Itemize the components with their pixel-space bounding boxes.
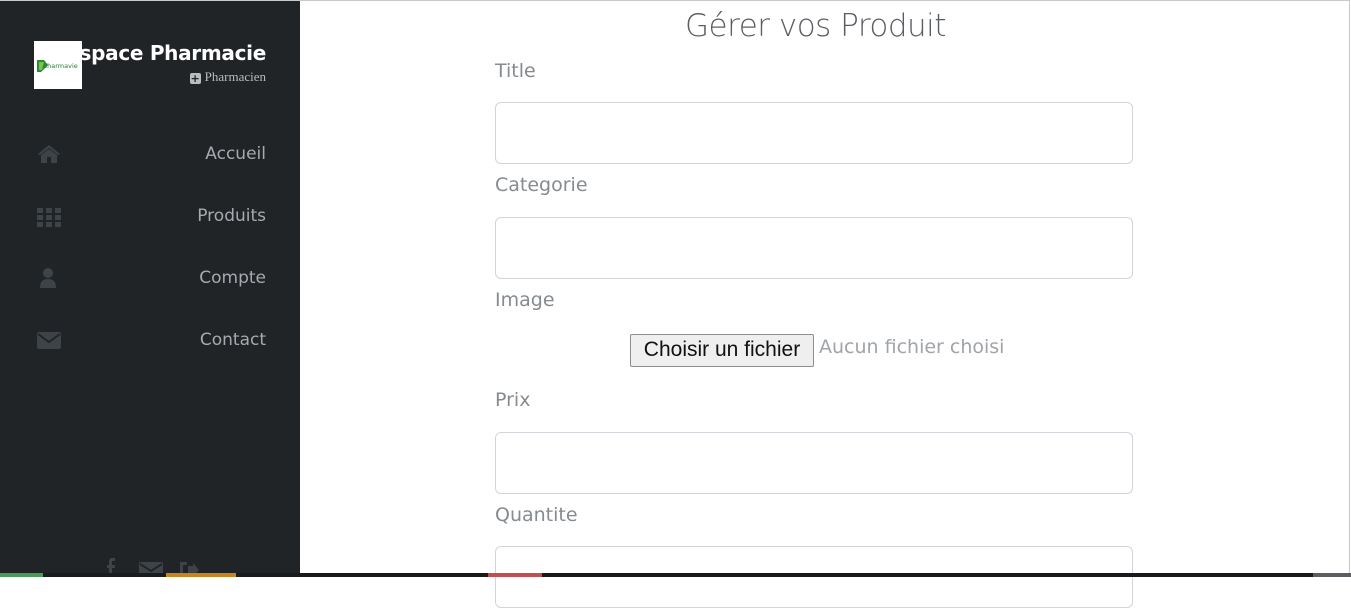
quantite-input[interactable] <box>495 546 1133 608</box>
strip-segment-green <box>0 573 43 577</box>
sidebar-item-produits[interactable]: Produits <box>0 185 300 247</box>
brand-subtitle: + Pharmacien <box>189 69 266 85</box>
categorie-input[interactable] <box>495 217 1133 279</box>
sidebar-item-label: Accueil <box>205 144 266 164</box>
image-label: Image <box>495 289 555 311</box>
quantite-label: Quantite <box>495 504 578 526</box>
brand-subtitle-text: Pharmacien <box>204 69 266 84</box>
sidebar: pharmavie Espace Pharmacie + Pharmacien A… <box>0 0 300 577</box>
title-input[interactable] <box>495 102 1133 164</box>
main-content: Gérer vos Produit Title Categorie Image … <box>300 0 1351 608</box>
prix-input[interactable] <box>495 432 1133 494</box>
title-label: Title <box>495 60 536 82</box>
brand[interactable]: pharmavie Espace Pharmacie + Pharmacien <box>34 41 274 91</box>
page-title: Gérer vos Produit <box>685 8 946 44</box>
sidebar-item-label: Contact <box>199 330 266 350</box>
home-icon <box>37 143 61 165</box>
sidebar-item-label: Produits <box>197 206 266 226</box>
grid-icon <box>37 205 61 227</box>
bottom-color-strip <box>0 573 1351 577</box>
sidebar-item-compte[interactable]: Compte <box>0 247 300 309</box>
strip-segment-red <box>488 573 542 577</box>
envelope-icon <box>37 329 61 351</box>
user-icon <box>37 267 61 289</box>
strip-segment-gray <box>1313 573 1351 577</box>
sidebar-item-contact[interactable]: Contact <box>0 309 300 371</box>
prix-label: Prix <box>495 389 531 411</box>
file-status-text: Aucun fichier choisi <box>819 336 1005 358</box>
strip-segment-orange <box>166 573 236 577</box>
categorie-label: Categorie <box>495 174 588 196</box>
sidebar-item-label: Compte <box>199 268 266 288</box>
brand-title: Espace Pharmacie <box>66 41 266 65</box>
sidebar-item-accueil[interactable]: Accueil <box>0 123 300 185</box>
sidebar-nav: Accueil Produits Compte Contact <box>0 123 300 371</box>
choose-file-button[interactable]: Choisir un fichier <box>630 334 814 367</box>
plus-square-icon: + <box>189 72 201 85</box>
